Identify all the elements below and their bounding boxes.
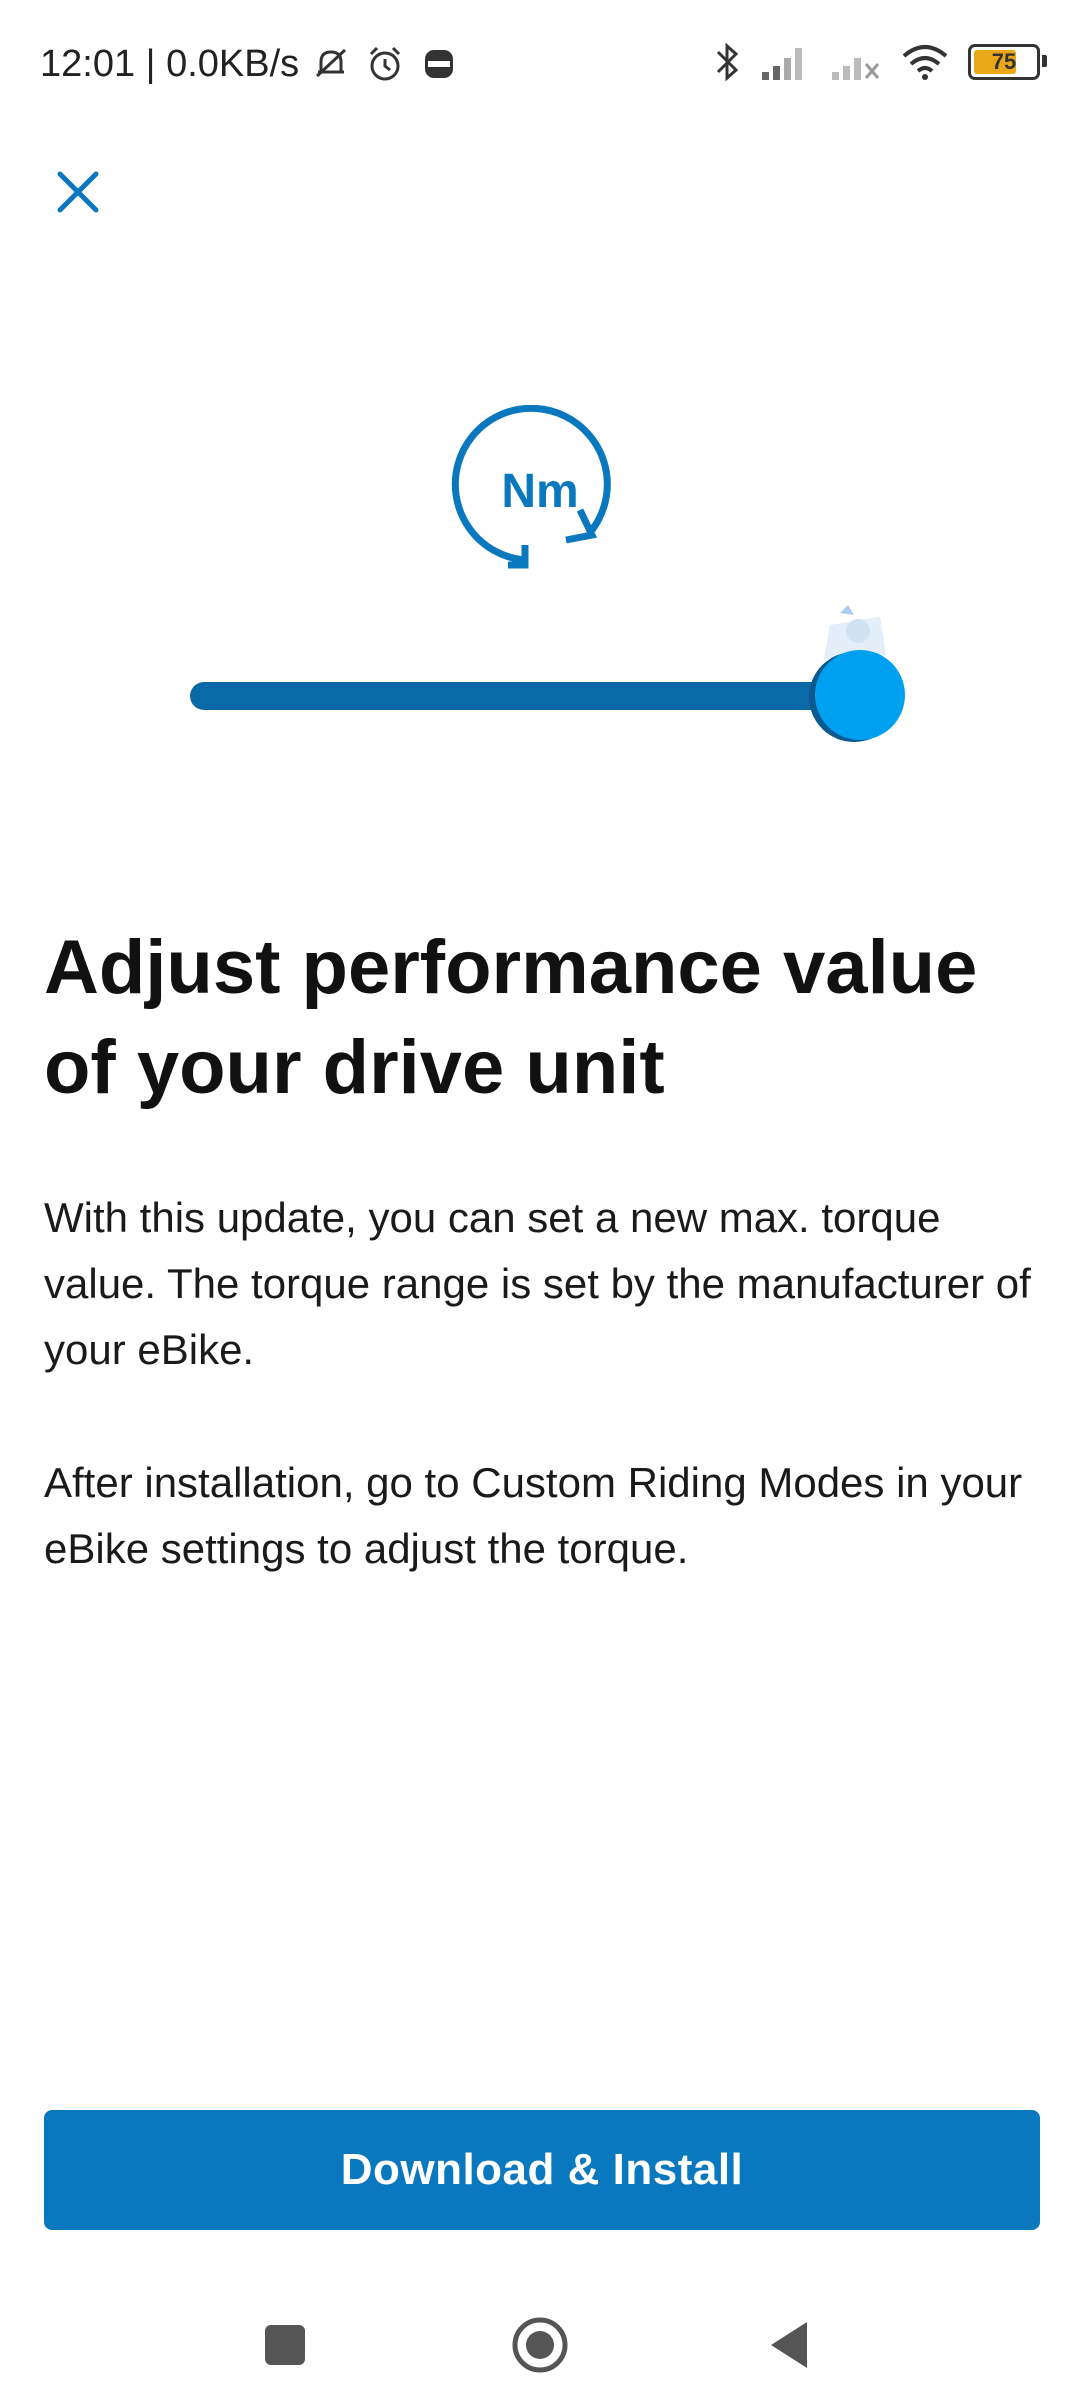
back-triangle-icon[interactable] <box>755 2310 825 2380</box>
description-paragraph-2: After installation, go to Custom Riding … <box>44 1459 1023 1572</box>
wifi-icon <box>902 45 948 80</box>
slider-thumb <box>815 650 905 740</box>
page-title: Adjust performance value of your drive u… <box>44 925 978 1110</box>
nm-unit-label: Nm <box>501 465 578 518</box>
torque-nm-icon: Nm <box>451 405 611 569</box>
status-left: 12:01 | 0.0KB/s <box>40 42 461 86</box>
system-nav-bar <box>0 2290 1080 2400</box>
signal-icon <box>762 48 802 80</box>
slider-track <box>190 682 850 710</box>
alarm-icon <box>370 46 401 81</box>
battery-icon: 75 <box>968 44 1047 80</box>
download-install-button[interactable]: Download & Install <box>44 2110 1040 2230</box>
status-right: 75 <box>712 40 1047 84</box>
description-paragraph-1: With this update, you can set a new max.… <box>44 1194 1031 1373</box>
status-bar: 12:01 | 0.0KB/s 75 <box>0 0 1080 130</box>
mute-bell-icon <box>316 48 347 78</box>
bluetooth-icon <box>716 42 739 82</box>
torque-slider <box>190 605 910 740</box>
close-icon[interactable] <box>46 160 110 224</box>
burger-king-app-icon <box>425 50 454 78</box>
signal-no-service-icon <box>832 58 880 80</box>
status-time-network: 12:01 | 0.0KB/s <box>40 42 300 85</box>
battery-level: 75 <box>991 49 1017 74</box>
home-circle-icon[interactable] <box>505 2310 575 2380</box>
recents-square-icon[interactable] <box>250 2310 320 2380</box>
